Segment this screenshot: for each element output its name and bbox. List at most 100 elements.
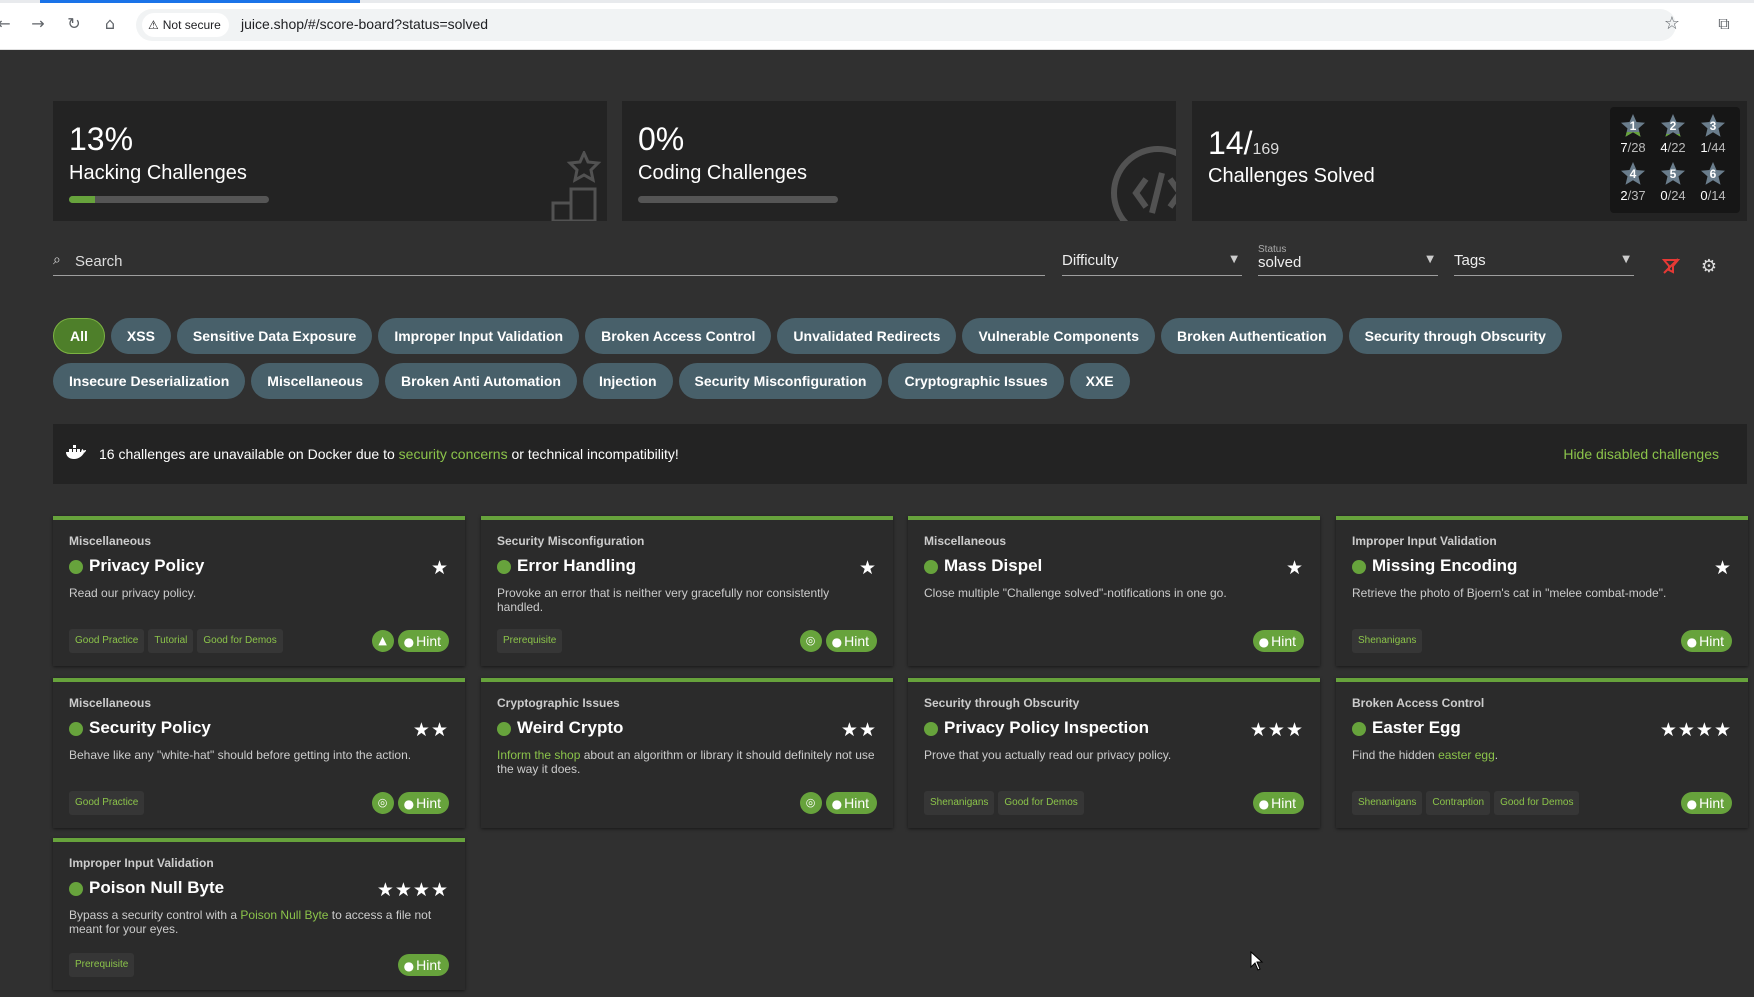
category-chip-cryptographic-issues[interactable]: Cryptographic Issues: [888, 363, 1064, 399]
difficulty-stars-icon: ★★★★: [376, 879, 449, 901]
url-text[interactable]: juice.shop/#/score-board?status=solved: [241, 16, 488, 32]
category-chip-list: All XSS Sensitive Data Exposure Improper In…: [53, 318, 1623, 408]
category-chip-security-through-obscurity[interactable]: Security through Obscurity: [1348, 318, 1562, 354]
difficulty-level-2: 2 4/22: [1653, 113, 1693, 155]
hide-disabled-button[interactable]: Hide disabled challenges: [1563, 446, 1719, 462]
category-chip-xxe[interactable]: XXE: [1069, 363, 1130, 399]
challenge-category: Security through Obscurity: [924, 696, 1080, 710]
bookmark-star-icon[interactable]: ☆: [1660, 12, 1684, 36]
challenge-name: Privacy Policy: [89, 556, 205, 575]
category-chip-broken-anti-automation[interactable]: Broken Anti Automation: [385, 363, 577, 399]
category-chip-broken-access-control[interactable]: Broken Access Control: [585, 318, 772, 354]
hint-button[interactable]: ● Hint: [1252, 792, 1304, 814]
solved-status-dot: [924, 560, 938, 574]
hint-button[interactable]: ● Hint: [397, 792, 449, 814]
hint-button[interactable]: ● Hint: [825, 630, 877, 652]
challenge-description: Inform the shop about an algorithm or li…: [497, 748, 875, 776]
graduation-cap-icon[interactable]: ▲: [371, 630, 394, 652]
mouse-cursor-icon: [1250, 951, 1264, 971]
hint-button[interactable]: ● Hint: [397, 954, 449, 976]
hint-button[interactable]: ● Hint: [1680, 630, 1732, 652]
challenge-category: Miscellaneous: [69, 696, 152, 710]
tag-badge: Good for Demos: [998, 791, 1084, 815]
category-chip-injection[interactable]: Injection: [582, 363, 673, 399]
hint-button[interactable]: ● Hint: [825, 792, 877, 814]
tag-badge: Contraption: [1426, 791, 1491, 815]
address-bar[interactable]: ⚠ Not secure juice.shop/#/score-board?sta…: [136, 9, 1676, 41]
category-chip-all[interactable]: All: [53, 318, 105, 354]
hint-button[interactable]: ● Hint: [1252, 630, 1304, 652]
challenge-description: Behave like any "white-hat" should befor…: [69, 748, 412, 762]
coding-progress-bar: [638, 196, 838, 203]
category-chip-insecure-deserialization[interactable]: Insecure Deserialization: [53, 363, 246, 399]
status-select[interactable]: Status solved ▼: [1258, 244, 1438, 276]
site-security-chip[interactable]: ⚠ Not secure: [142, 13, 229, 37]
search-input[interactable]: [75, 250, 1025, 272]
coding-challenge-icon[interactable]: ◎: [799, 792, 822, 814]
reload-icon[interactable]: ↻: [62, 12, 86, 36]
difficulty-star-icon: 2: [1660, 113, 1686, 139]
forward-arrow-icon[interactable]: →: [26, 12, 50, 36]
challenge-actions: ● Hint: [1252, 792, 1304, 814]
difficulty-star-icon: 1: [1620, 113, 1646, 139]
challenge-card: Miscellaneous Privacy Policy ★ Read our pri…: [53, 516, 465, 666]
tag-badge: Good Practice: [69, 629, 145, 653]
coding-challenge-icon[interactable]: ◎: [371, 792, 394, 814]
challenge-category: Miscellaneous: [924, 534, 1007, 548]
challenge-card: Miscellaneous Mass Dispel ★ Close multiple …: [908, 516, 1320, 666]
coding-challenges-card: 0% Coding Challenges: [622, 101, 1176, 221]
hacking-percent: 13%: [69, 121, 134, 157]
challenge-name: Weird Crypto: [517, 718, 624, 737]
coding-challenge-icon[interactable]: ◎: [799, 630, 822, 652]
lightbulb-icon: ●: [403, 797, 415, 811]
difficulty-select[interactable]: Difficulty ▼: [1062, 244, 1242, 276]
description-link[interactable]: easter egg: [1438, 748, 1495, 762]
category-chip-security-misconfiguration[interactable]: Security Misconfiguration: [678, 363, 883, 399]
challenge-description: Provoke an error that is neither very gr…: [497, 586, 830, 614]
solved-count: 14/169: [1208, 125, 1280, 161]
search-icon: ⌕: [53, 252, 61, 268]
tag-badge: Prerequisite: [497, 629, 563, 653]
home-icon[interactable]: ⌂: [98, 12, 122, 36]
hint-button[interactable]: ● Hint: [1680, 792, 1732, 814]
browser-toolbar: ← → ↻ ⌂ ⚠ Not secure juice.shop/#/score-b…: [0, 0, 1754, 50]
search-field[interactable]: ⌕: [53, 248, 1045, 276]
category-chip-vulnerable-components[interactable]: Vulnerable Components: [962, 318, 1155, 354]
challenge-card: Improper Input Validation Missing Encodin…: [1336, 516, 1748, 666]
solved-status-dot: [497, 722, 511, 736]
clear-filter-icon[interactable]: [1660, 256, 1682, 278]
challenge-actions: ● Hint: [397, 954, 449, 976]
challenge-actions: ▲ ● Hint: [371, 630, 449, 652]
category-chip-improper-input-validation[interactable]: Improper Input Validation: [378, 318, 580, 354]
challenge-actions: ● Hint: [1252, 630, 1304, 652]
category-chip-miscellaneous[interactable]: Miscellaneous: [251, 363, 379, 399]
tag-badge: Good Practice: [69, 791, 145, 815]
challenge-category: Improper Input Validation: [69, 856, 214, 870]
lightbulb-icon: ●: [831, 635, 843, 649]
difficulty-breakdown: 1 7/28 2 4/22 3 1/44 4 2/37 5 0/24 6 0/14: [1610, 107, 1740, 213]
category-chip-unvalidated-redirects[interactable]: Unvalidated Redirects: [777, 318, 957, 354]
hint-button[interactable]: ● Hint: [397, 630, 449, 652]
category-chip-broken-authentication[interactable]: Broken Authentication: [1161, 318, 1343, 354]
challenge-tags: Good Practice Tutorial Good for Demos: [69, 629, 287, 653]
extensions-icon[interactable]: ⧉: [1712, 12, 1736, 36]
difficulty-level-4: 4 2/37: [1613, 161, 1653, 203]
category-chip-sensitive-data-exposure[interactable]: Sensitive Data Exposure: [176, 318, 373, 354]
tags-select[interactable]: Tags ▼: [1454, 244, 1634, 276]
notice-text: 16 challenges are unavailable on Docker …: [99, 446, 679, 462]
lightbulb-icon: ●: [1258, 635, 1270, 649]
description-link[interactable]: Inform the shop: [497, 748, 580, 762]
category-chip-xss[interactable]: XSS: [110, 318, 171, 354]
difficulty-stars-icon: ★★: [840, 719, 877, 741]
lightbulb-icon: ●: [1686, 635, 1698, 649]
security-concerns-link[interactable]: security concerns: [399, 446, 508, 462]
settings-gear-icon[interactable]: ⚙: [1698, 256, 1720, 278]
description-link[interactable]: Poison Null Byte: [240, 908, 328, 922]
difficulty-stars-icon: ★★★: [1249, 719, 1304, 741]
challenge-tags: Shenanigans Contraption Good for Demos: [1352, 791, 1583, 815]
back-arrow-icon[interactable]: ←: [0, 12, 16, 36]
challenge-name: Error Handling: [517, 556, 637, 575]
challenge-category: Miscellaneous: [69, 534, 152, 548]
challenge-name: Easter Egg: [1372, 718, 1461, 737]
dropdown-arrow-icon: ▼: [1426, 254, 1434, 265]
